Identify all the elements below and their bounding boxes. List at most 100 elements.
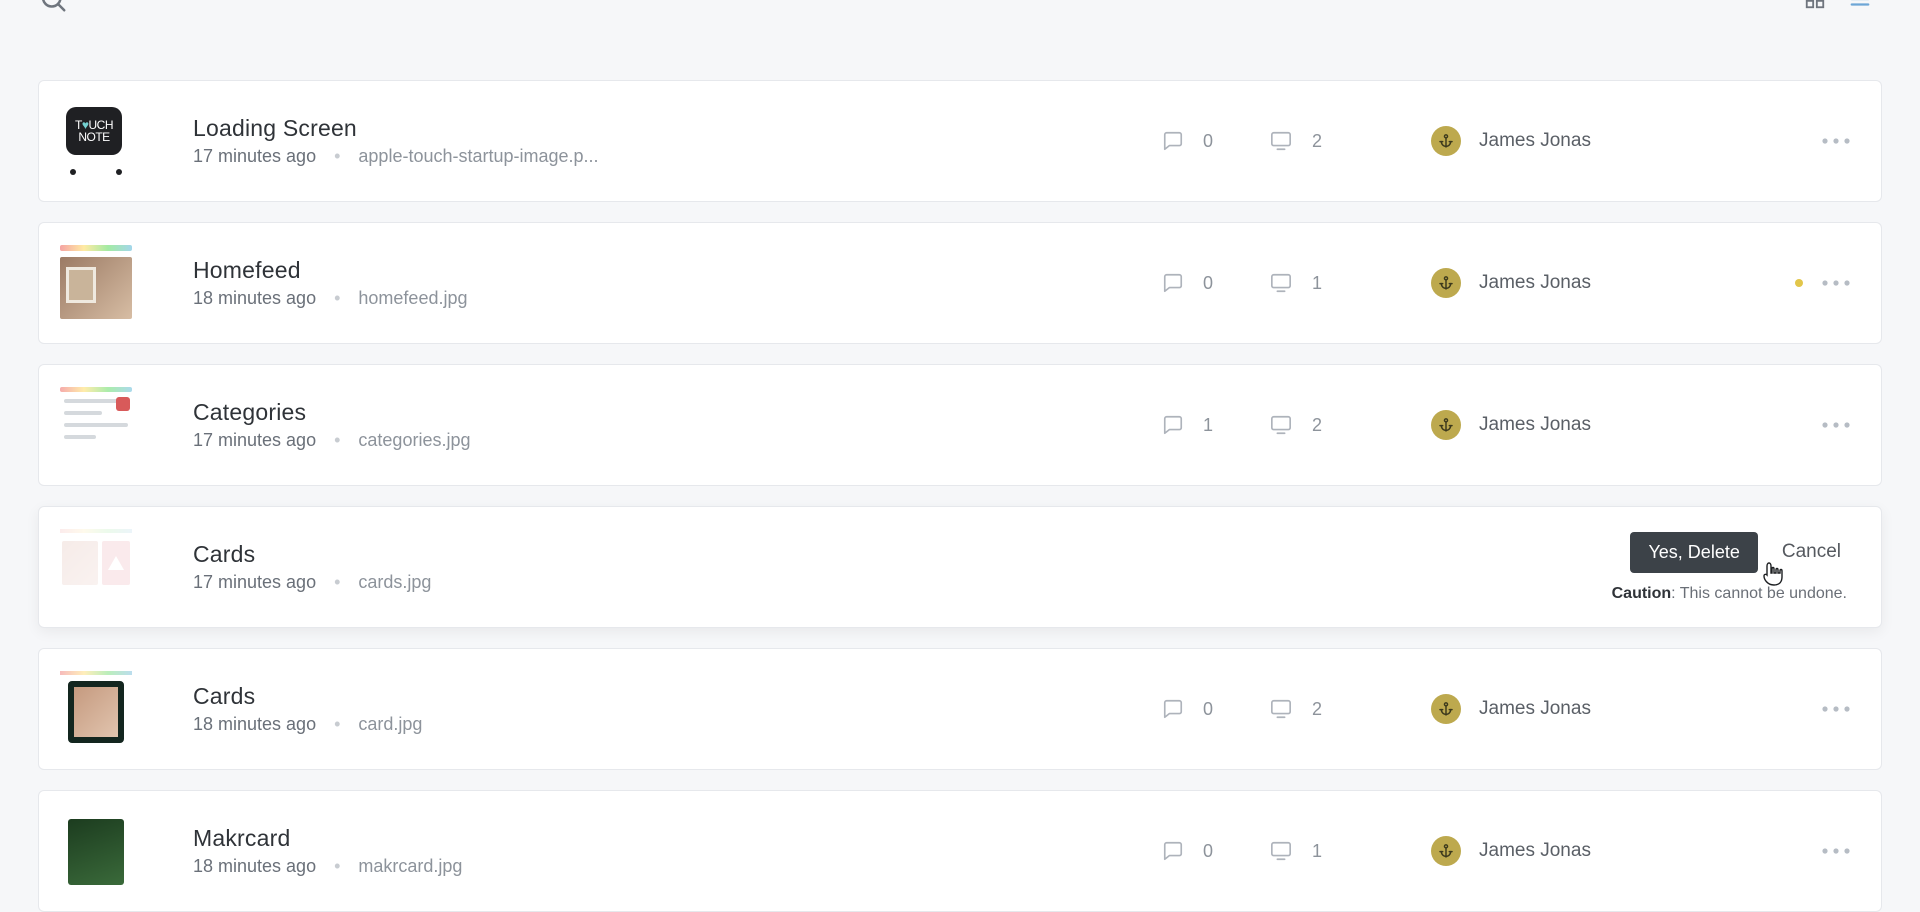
item-time: 18 minutes ago — [193, 856, 316, 877]
anchor-icon — [1438, 275, 1454, 291]
author-block[interactable]: James Jonas — [1431, 268, 1731, 298]
versions-stat[interactable]: 2 — [1268, 698, 1322, 720]
item-time: 17 minutes ago — [193, 146, 316, 167]
status-dot — [1795, 279, 1803, 287]
more-icon[interactable] — [1821, 421, 1851, 429]
versions-count: 2 — [1312, 131, 1322, 152]
cancel-button[interactable]: Cancel — [1776, 540, 1847, 564]
top-bar — [0, 0, 1920, 80]
author-block[interactable]: James Jonas — [1431, 410, 1731, 440]
row-actions — [1731, 279, 1851, 287]
list-row[interactable]: Makrcard 18 minutes ago • makrcard.jpg 0… — [38, 790, 1882, 912]
list-row[interactable]: Categories 17 minutes ago • categories.j… — [38, 364, 1882, 486]
list-row[interactable]: T♥UCHNOTE Loading Screen 17 minutes ago … — [38, 80, 1882, 202]
item-filename: categories.jpg — [358, 430, 470, 451]
author-name: James Jonas — [1479, 272, 1591, 294]
separator-dot: • — [334, 288, 340, 309]
comments-stat[interactable]: 0 — [1161, 272, 1213, 294]
more-icon[interactable] — [1821, 279, 1851, 287]
separator-dot: • — [334, 430, 340, 451]
row-actions — [1731, 137, 1851, 145]
comment-icon — [1161, 272, 1185, 294]
monitor-icon — [1268, 414, 1294, 436]
item-title[interactable]: Loading Screen — [193, 115, 1161, 142]
item-list: T♥UCHNOTE Loading Screen 17 minutes ago … — [0, 80, 1920, 912]
thumbnail[interactable] — [51, 521, 141, 613]
thumbnail[interactable] — [51, 379, 141, 471]
item-time: 17 minutes ago — [193, 430, 316, 451]
monitor-icon — [1268, 130, 1294, 152]
stats-block: 0 1 — [1161, 272, 1431, 294]
anchor-icon — [1438, 843, 1454, 859]
comment-icon — [1161, 840, 1185, 862]
stats-block: 1 2 — [1161, 414, 1431, 436]
comment-icon — [1161, 130, 1185, 152]
more-icon[interactable] — [1821, 847, 1851, 855]
comments-count: 0 — [1203, 131, 1213, 152]
separator-dot: • — [334, 714, 340, 735]
title-block: Loading Screen 17 minutes ago • apple-to… — [193, 115, 1161, 167]
separator-dot: • — [334, 856, 340, 877]
item-filename: cards.jpg — [358, 572, 431, 593]
author-block[interactable]: James Jonas — [1431, 694, 1731, 724]
anchor-icon — [1438, 417, 1454, 433]
avatar — [1431, 836, 1461, 866]
versions-count: 2 — [1312, 699, 1322, 720]
item-title[interactable]: Cards — [193, 541, 1612, 568]
list-row[interactable]: Cards 17 minutes ago • cards.jpg Yes, De… — [38, 506, 1882, 628]
item-filename: makrcard.jpg — [358, 856, 462, 877]
author-block[interactable]: James Jonas — [1431, 836, 1731, 866]
title-block: Homefeed 18 minutes ago • homefeed.jpg — [193, 257, 1161, 309]
row-actions — [1731, 705, 1851, 713]
more-icon[interactable] — [1821, 137, 1851, 145]
versions-count: 1 — [1312, 273, 1322, 294]
item-title[interactable]: Homefeed — [193, 257, 1161, 284]
versions-stat[interactable]: 2 — [1268, 414, 1322, 436]
versions-count: 2 — [1312, 415, 1322, 436]
list-row[interactable]: Cards 18 minutes ago • card.jpg 0 2 Jame… — [38, 648, 1882, 770]
comments-stat[interactable]: 0 — [1161, 840, 1213, 862]
search-icon[interactable] — [38, 0, 68, 19]
comments-count: 0 — [1203, 273, 1213, 294]
item-filename: card.jpg — [358, 714, 422, 735]
title-block: Categories 17 minutes ago • categories.j… — [193, 399, 1161, 451]
thumbnail[interactable] — [51, 805, 141, 897]
more-icon[interactable] — [1821, 705, 1851, 713]
row-actions — [1731, 847, 1851, 855]
comments-count: 1 — [1203, 415, 1213, 436]
list-row[interactable]: Homefeed 18 minutes ago • homefeed.jpg 0… — [38, 222, 1882, 344]
item-title[interactable]: Cards — [193, 683, 1161, 710]
item-time: 17 minutes ago — [193, 572, 316, 593]
comment-icon — [1161, 698, 1185, 720]
author-name: James Jonas — [1479, 130, 1591, 152]
yes-delete-button[interactable]: Yes, Delete — [1630, 532, 1757, 573]
comments-count: 0 — [1203, 699, 1213, 720]
item-title[interactable]: Categories — [193, 399, 1161, 426]
avatar — [1431, 410, 1461, 440]
comments-stat[interactable]: 1 — [1161, 414, 1213, 436]
comments-count: 0 — [1203, 841, 1213, 862]
author-block[interactable]: James Jonas — [1431, 126, 1731, 156]
stats-block: 0 2 — [1161, 698, 1431, 720]
item-filename: apple-touch-startup-image.p... — [358, 146, 598, 167]
comments-stat[interactable]: 0 — [1161, 130, 1213, 152]
stats-block: 0 2 — [1161, 130, 1431, 152]
comment-icon — [1161, 414, 1185, 436]
separator-dot: • — [334, 572, 340, 593]
versions-stat[interactable]: 2 — [1268, 130, 1322, 152]
monitor-icon — [1268, 840, 1294, 862]
grid-icon[interactable] — [1804, 0, 1826, 15]
list-icon[interactable] — [1848, 0, 1872, 15]
item-time: 18 minutes ago — [193, 714, 316, 735]
thumbnail[interactable] — [51, 663, 141, 755]
anchor-icon — [1438, 701, 1454, 717]
author-name: James Jonas — [1479, 840, 1591, 862]
versions-stat[interactable]: 1 — [1268, 840, 1322, 862]
comments-stat[interactable]: 0 — [1161, 698, 1213, 720]
thumbnail[interactable] — [51, 237, 141, 329]
avatar — [1431, 126, 1461, 156]
versions-stat[interactable]: 1 — [1268, 272, 1322, 294]
thumbnail[interactable]: T♥UCHNOTE — [51, 95, 141, 187]
item-title[interactable]: Makrcard — [193, 825, 1161, 852]
monitor-icon — [1268, 698, 1294, 720]
